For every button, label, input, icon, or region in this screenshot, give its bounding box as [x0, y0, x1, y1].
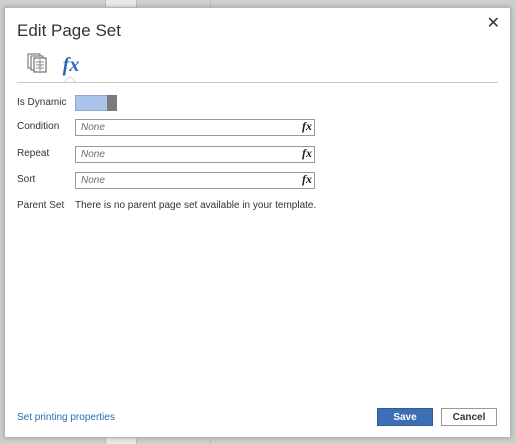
condition-label: Condition — [17, 121, 60, 132]
sort-fx-icon[interactable]: fx — [302, 172, 312, 187]
sort-row: Sort None fx — [17, 172, 317, 190]
is-dynamic-label: Is Dynamic — [17, 97, 67, 108]
is-dynamic-toggle[interactable] — [75, 95, 117, 111]
condition-placeholder: None — [81, 122, 105, 133]
tab-fx[interactable]: fx — [57, 52, 85, 78]
toggle-knob — [107, 95, 117, 111]
dialog-tabs: fx — [17, 50, 498, 83]
set-printing-properties-link[interactable]: Set printing properties — [17, 412, 115, 423]
repeat-row: Repeat None fx — [17, 146, 317, 164]
close-icon[interactable]: ✕ — [487, 16, 500, 32]
parent-set-value: There is no parent page set available in… — [75, 200, 317, 211]
edit-page-set-dialog: Edit Page Set ✕ fx Is Dynamic Condition … — [4, 7, 511, 438]
fx-icon: fx — [62, 53, 80, 76]
repeat-label: Repeat — [17, 148, 50, 159]
dialog-title: Edit Page Set — [17, 21, 121, 40]
sort-placeholder: None — [81, 175, 105, 186]
save-button[interactable]: Save — [377, 408, 433, 426]
parent-set-row: Parent Set There is no parent page set a… — [17, 198, 497, 216]
condition-fx-icon[interactable]: fx — [302, 119, 312, 134]
tab-page-set[interactable] — [23, 52, 51, 78]
condition-row: Condition None fx — [17, 119, 317, 137]
condition-input[interactable]: None fx — [75, 119, 315, 136]
sort-label: Sort — [17, 174, 36, 185]
is-dynamic-row: Is Dynamic — [17, 95, 317, 113]
sort-input[interactable]: None fx — [75, 172, 315, 189]
repeat-placeholder: None — [81, 149, 105, 160]
page-set-icon — [27, 53, 47, 78]
cancel-button[interactable]: Cancel — [441, 408, 497, 426]
selected-tab-indicator — [64, 76, 76, 82]
repeat-fx-icon[interactable]: fx — [302, 146, 312, 161]
parent-set-label: Parent Set — [17, 200, 65, 211]
repeat-input[interactable]: None fx — [75, 146, 315, 163]
